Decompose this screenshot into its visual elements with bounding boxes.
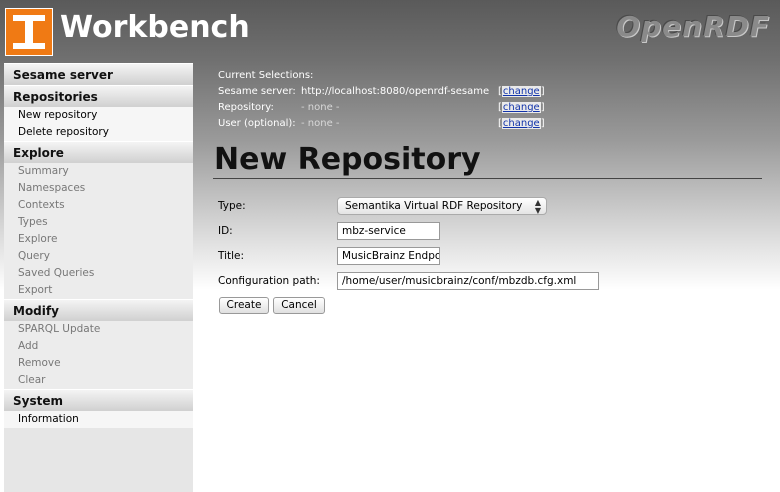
nav-item-information[interactable]: Information: [4, 411, 193, 428]
nav-group-sesame-server: Sesame server: [4, 63, 193, 85]
nav-item-saved-queries[interactable]: Saved Queries: [4, 265, 193, 282]
app-title: Workbench: [60, 10, 250, 45]
change-user-link[interactable]: change: [501, 118, 541, 129]
config-path-input[interactable]: /home/user/musicbrainz/conf/mbzdb.cfg.xm…: [337, 272, 599, 290]
title-label: Title:: [218, 250, 245, 262]
nav-item-contexts[interactable]: Contexts: [4, 197, 193, 214]
config-path-label: Configuration path:: [218, 275, 320, 287]
nav-item-summary[interactable]: Summary: [4, 163, 193, 180]
type-select[interactable]: Semantika Virtual RDF Repository ▲ ▼: [337, 197, 547, 215]
type-select-value: Semantika Virtual RDF Repository: [345, 200, 523, 212]
id-input[interactable]: mbz-service: [337, 222, 440, 240]
nav-item-clear[interactable]: Clear: [4, 372, 193, 389]
close-bracket: ]: [540, 102, 545, 113]
nav-item-query[interactable]: Query: [4, 248, 193, 265]
nav-item-delete-repository[interactable]: Delete repository: [4, 124, 193, 141]
nav-item-sparql-update[interactable]: SPARQL Update: [4, 321, 193, 338]
nav-group-system: System Information: [4, 389, 193, 428]
nav-item-explore[interactable]: Explore: [4, 231, 193, 248]
logo-bar-bottom: [13, 43, 45, 49]
nav-item-new-repository[interactable]: New repository: [4, 107, 193, 124]
nav-group-modify: Modify SPARQL Update Add Remove Clear: [4, 299, 193, 389]
user-label: User (optional):: [218, 118, 296, 129]
close-bracket: ]: [540, 86, 545, 97]
user-value: - none -: [301, 118, 340, 129]
nav-item-namespaces[interactable]: Namespaces: [4, 180, 193, 197]
nav-heading-repositories[interactable]: Repositories: [4, 85, 193, 107]
type-label: Type:: [218, 200, 246, 212]
workbench-logo: [5, 8, 53, 56]
cancel-button[interactable]: Cancel: [273, 297, 325, 314]
title-divider: [213, 178, 762, 179]
change-server-link[interactable]: change: [501, 86, 541, 97]
page-title: New Repository: [214, 142, 481, 177]
nav-group-explore: Explore Summary Namespaces Contexts Type…: [4, 141, 193, 299]
nav-heading-explore[interactable]: Explore: [4, 141, 193, 163]
sidebar: Sesame server Repositories New repositor…: [4, 63, 193, 492]
select-arrows-icon: ▲ ▼: [534, 198, 541, 215]
nav-item-add[interactable]: Add: [4, 338, 193, 355]
repository-label: Repository:: [218, 102, 274, 113]
selections-heading: Current Selections:: [218, 70, 314, 81]
nav-item-export[interactable]: Export: [4, 282, 193, 299]
create-button[interactable]: Create: [219, 297, 269, 314]
close-bracket: ]: [540, 118, 545, 129]
nav-item-remove[interactable]: Remove: [4, 355, 193, 372]
repository-value: - none -: [301, 102, 340, 113]
server-value: http://localhost:8080/openrdf-sesame: [301, 86, 490, 97]
current-selections: Current Selections: Sesame server: http:…: [218, 68, 548, 132]
server-label: Sesame server:: [218, 86, 296, 97]
openrdf-brand-logo: OpenRDF: [616, 10, 770, 43]
nav-item-types[interactable]: Types: [4, 214, 193, 231]
change-repository-link[interactable]: change: [501, 102, 541, 113]
id-label: ID:: [218, 225, 233, 237]
nav-heading-modify[interactable]: Modify: [4, 299, 193, 321]
nav-heading-sesame-server[interactable]: Sesame server: [4, 63, 193, 85]
title-input[interactable]: MusicBrainz Endpoint: [337, 247, 440, 265]
nav-heading-system[interactable]: System: [4, 389, 193, 411]
nav-group-repositories: Repositories New repository Delete repos…: [4, 85, 193, 141]
